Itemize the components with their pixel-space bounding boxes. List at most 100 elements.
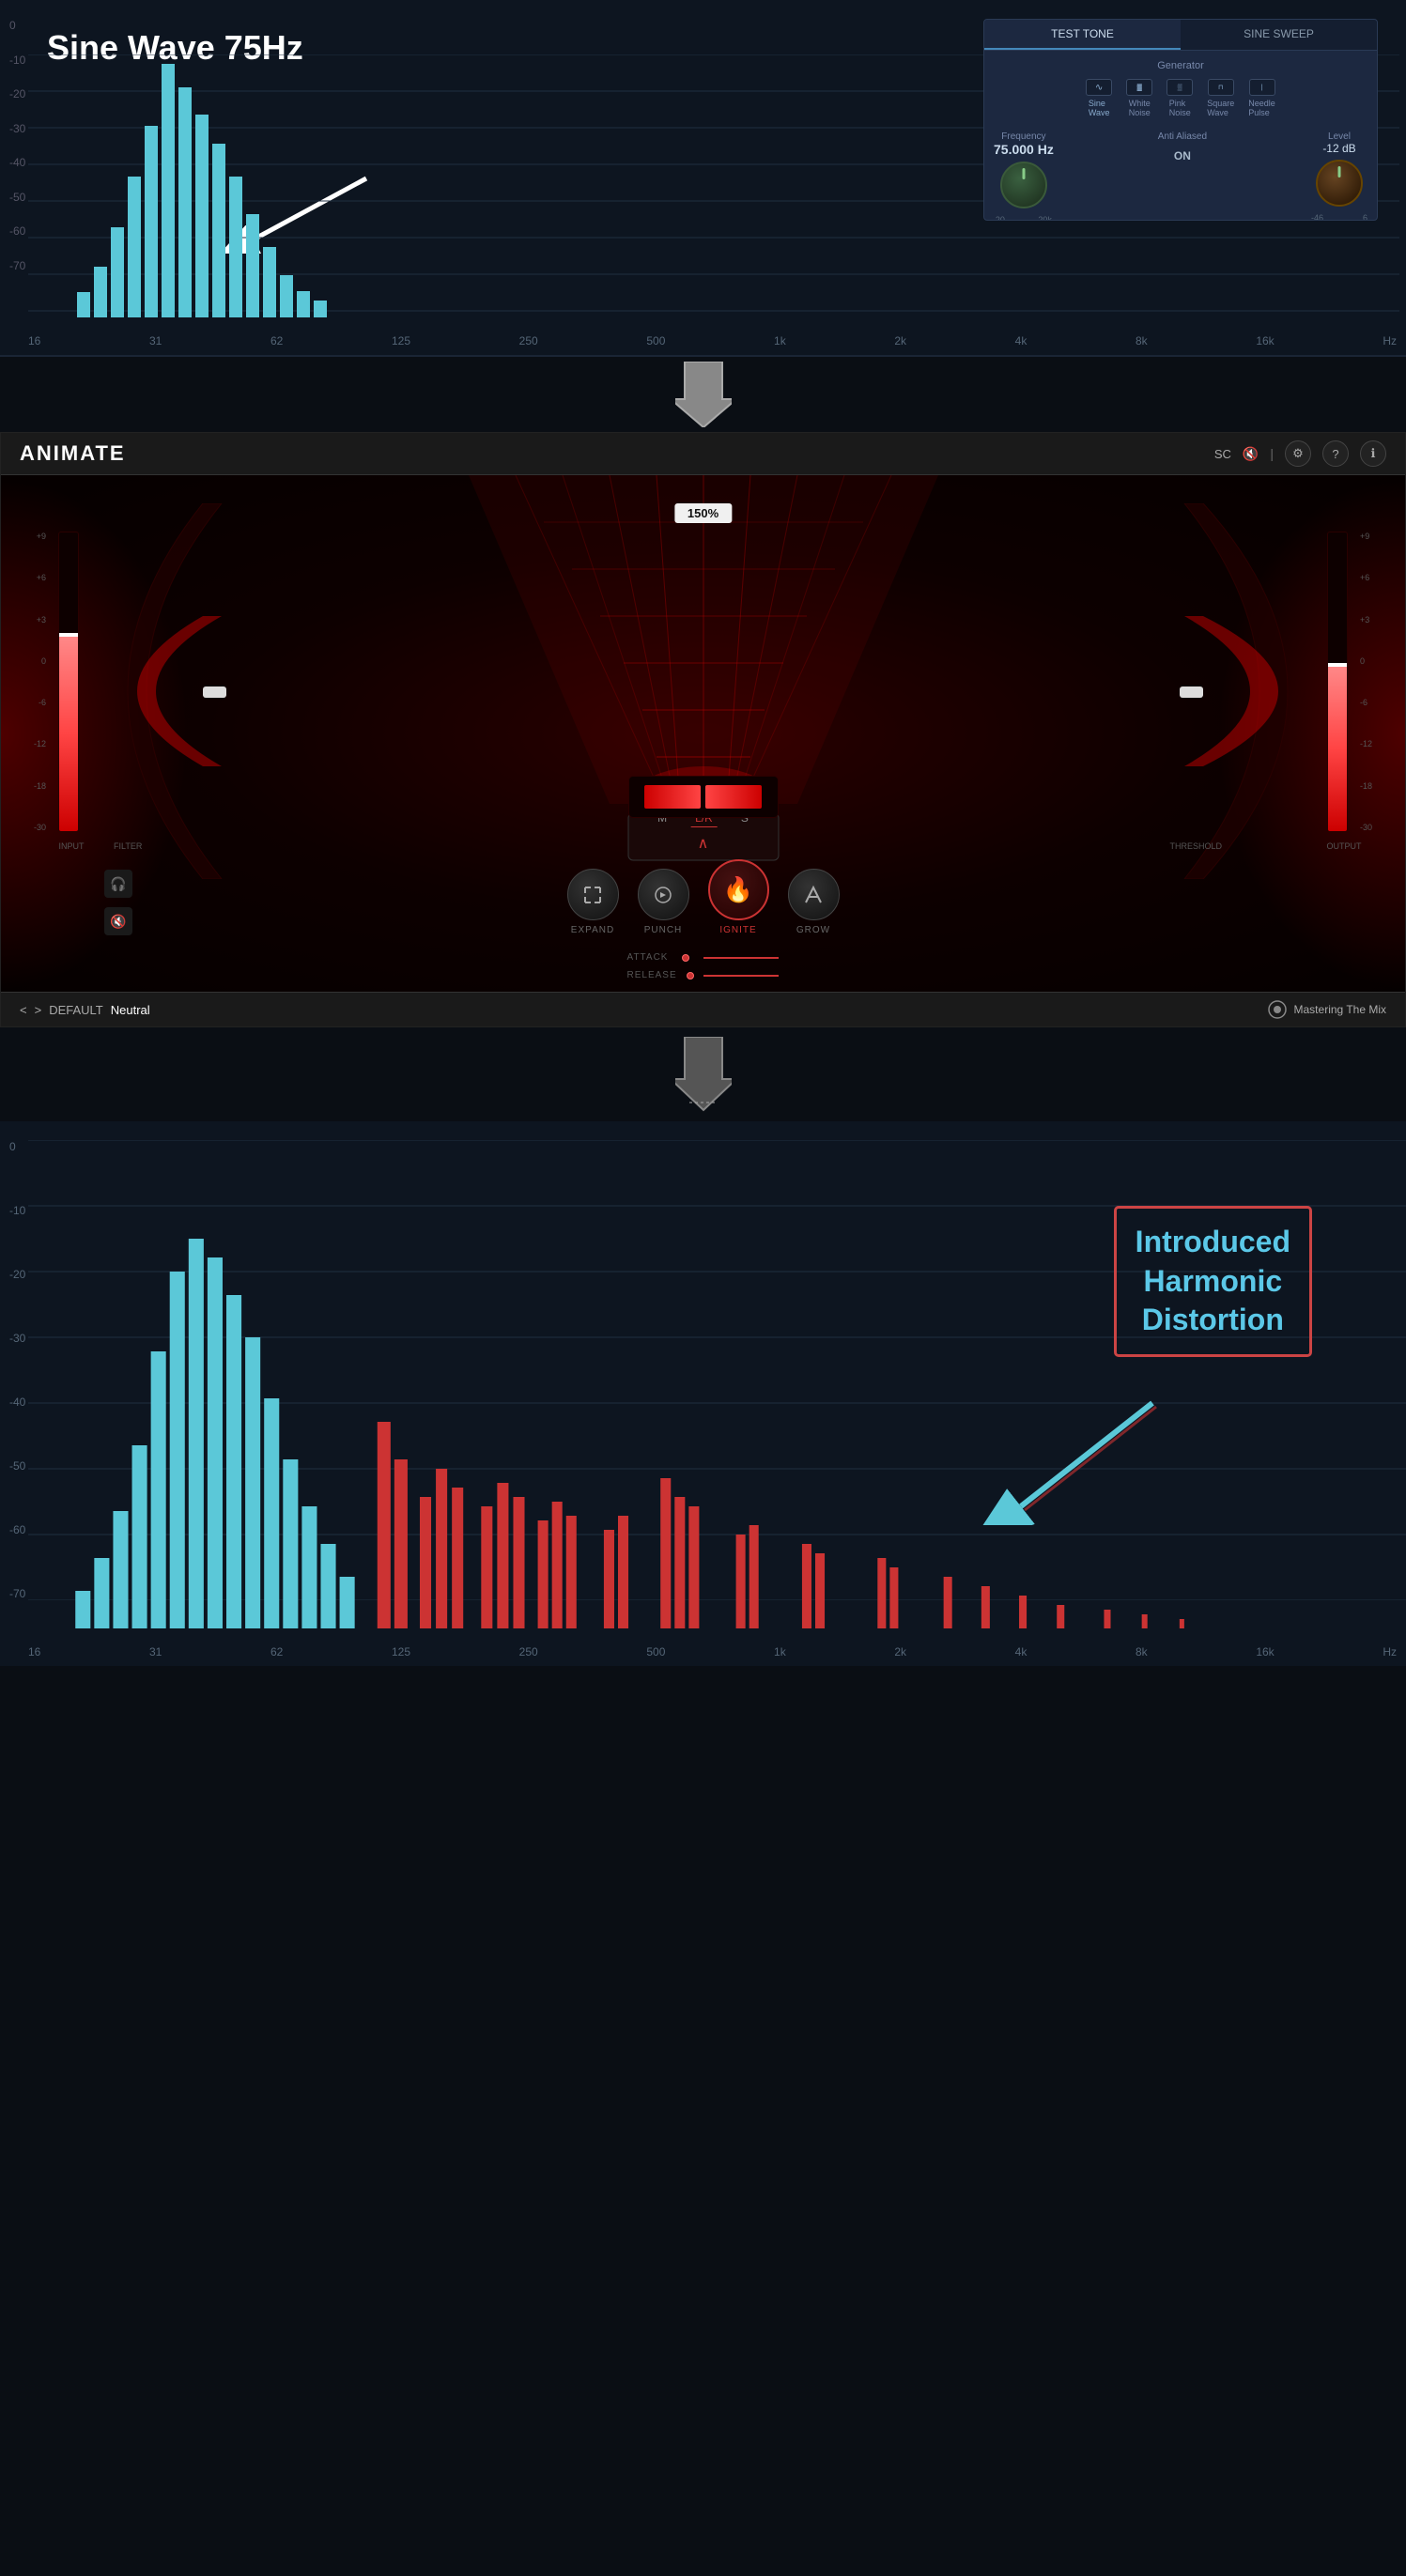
center-meter-display [628, 776, 779, 818]
down-arrow-svg-1 [675, 362, 732, 427]
animate-footer: < > DEFAULT Neutral Mastering The Mix [1, 992, 1405, 1026]
freq-knob[interactable] [1000, 162, 1047, 208]
anti-alias-value: ON [1174, 149, 1191, 162]
freq-label: Frequency [1001, 131, 1045, 142]
wave-btn-needle[interactable]: | NeedlePulse [1248, 79, 1275, 117]
punch-label: PUNCH [644, 925, 683, 935]
adsr-section: ATTACK RELEASE [627, 952, 780, 980]
attack-dot[interactable] [682, 954, 689, 962]
left-vu-scale: +9 +6 +3 0 -6 -12 -18 -30 [34, 532, 49, 832]
punch-icon [652, 884, 674, 906]
chevron-up-icon: ∧ [698, 834, 709, 853]
center-meter-fill-l [644, 785, 701, 809]
gear-icon: ⚙ [1292, 446, 1304, 461]
preset-label: DEFAULT [49, 1003, 103, 1017]
anti-alias-label: Anti Aliased [1158, 131, 1207, 142]
animate-info-button[interactable]: ℹ [1360, 440, 1386, 467]
chevron-up[interactable]: ∧ [698, 831, 709, 853]
grow-icon [802, 884, 825, 906]
annotation-arrow-svg [946, 1384, 1181, 1525]
freq-labels-bottom: 16 31 62 125 250 500 1k 2k 4k 8k 16k Hz [28, 1645, 1397, 1658]
info-icon: ℹ [1371, 446, 1376, 461]
white-noise-icon: ▓ [1126, 79, 1152, 96]
wave-btn-white[interactable]: ▓ WhiteNoise [1126, 79, 1152, 117]
animate-title: ANIMATE [20, 441, 126, 466]
percentage-badge: 150% [674, 503, 732, 523]
freq-range: 20 20k [996, 215, 1052, 221]
animate-header: ANIMATE SC 🔇 | ⚙ ? ℹ [1, 433, 1405, 475]
release-row: RELEASE [627, 970, 780, 980]
wave-btn-square[interactable]: ⊓ SquareWave [1207, 79, 1234, 117]
preset-name: Neutral [111, 1003, 150, 1017]
center-meter-fill-r [705, 785, 762, 809]
level-range: -46 6 [1311, 213, 1367, 221]
output-vu-fill [1328, 667, 1347, 831]
ignite-button-group: 🔥 IGNITE [708, 859, 769, 935]
animate-sc-label[interactable]: SC [1214, 447, 1231, 461]
generator-label: Generator [994, 60, 1367, 71]
wave-btn-sine[interactable]: ∿ SineWave [1086, 79, 1112, 117]
preset-next-button[interactable]: > [35, 1003, 42, 1017]
osc-tabs: TEST TONE SINE SWEEP [984, 20, 1377, 51]
animate-plugin-section: ANIMATE SC 🔇 | ⚙ ? ℹ [0, 432, 1406, 1027]
animate-speaker-icon[interactable]: 🔇 [1243, 446, 1259, 462]
punch-button-group: PUNCH [638, 869, 689, 935]
ignite-label: IGNITE [719, 925, 756, 935]
freq-labels-top: 16 31 62 125 250 500 1k 2k 4k 8k 16k Hz [28, 334, 1397, 347]
expand-button-group: EXPAND [567, 869, 619, 935]
grow-button[interactable] [788, 869, 840, 920]
mastering-logo: Mastering The Mix [1268, 1000, 1386, 1019]
animate-help-button[interactable]: ? [1322, 440, 1349, 467]
expand-button[interactable] [567, 869, 619, 920]
attack-row: ATTACK [627, 952, 780, 963]
freq-section: Frequency 75.000 Hz 20 20k [994, 131, 1054, 221]
pink-noise-icon: ▒ [1167, 79, 1193, 96]
mastering-logo-icon [1268, 1000, 1287, 1019]
animate-settings-button[interactable]: ⚙ [1285, 440, 1311, 467]
oscillator-panel: TEST TONE SINE SWEEP Generator ∿ SineWav… [983, 19, 1378, 221]
threshold-label: THRESHOLD [1169, 841, 1222, 851]
attack-line [703, 957, 779, 959]
speaker-icon-btn[interactable]: 🔇 [104, 907, 132, 935]
tab-test-tone[interactable]: TEST TONE [984, 20, 1181, 50]
right-vu-scale: +9 +6 +3 0 -6 -12 -18 -30 [1357, 532, 1372, 832]
osc-controls: Frequency 75.000 Hz 20 20k Anti Aliased … [994, 131, 1367, 221]
headphone-icon-btn[interactable]: 🎧 [104, 870, 132, 898]
output-vu-bar [1327, 532, 1348, 832]
ignite-button[interactable]: 🔥 [708, 859, 769, 920]
animate-header-right: SC 🔇 | ⚙ ? ℹ [1214, 440, 1386, 467]
grow-button-group: GROW [788, 869, 840, 935]
wave-btn-pink[interactable]: ▒ PinkNoise [1167, 79, 1193, 117]
annotation-box: IntroducedHarmonicDistortion [1114, 1206, 1312, 1357]
freq-value: 75.000 Hz [994, 142, 1054, 157]
output-vu-indicator [1328, 663, 1347, 667]
release-label: RELEASE [627, 970, 677, 980]
tab-sine-sweep[interactable]: SINE SWEEP [1181, 20, 1377, 50]
output-label: OUTPUT [1321, 841, 1367, 851]
expand-icon [581, 884, 604, 906]
preset-nav: < > DEFAULT Neutral [20, 1003, 150, 1017]
right-arc-meter [1166, 503, 1335, 879]
sine-wave-icon: ∿ [1086, 79, 1112, 96]
bottom-spectrum-section: 0 -10 -20 -30 -40 -50 -60 -70 [0, 1121, 1406, 1666]
wave-buttons: ∿ SineWave ▓ WhiteNoise ▒ PinkNoise ⊓ Sq… [994, 79, 1367, 117]
animate-body: +9 +6 +3 0 -6 -12 -18 -30 INPUT FILTER [1, 475, 1405, 992]
release-dot[interactable] [687, 972, 694, 979]
level-knob[interactable] [1316, 160, 1363, 207]
ignite-icon: 🔥 [723, 875, 753, 904]
mastering-label: Mastering The Mix [1294, 1003, 1386, 1016]
release-line [703, 975, 779, 977]
level-value: -12 dB [1322, 142, 1355, 155]
arrow-down-1 [0, 357, 1406, 432]
down-arrow-svg-2 [675, 1037, 732, 1112]
osc-body: Generator ∿ SineWave ▓ WhiteNoise ▒ Pink… [984, 51, 1377, 221]
animate-side-icons: 🎧 🔇 [104, 870, 132, 935]
needle-pulse-icon: | [1249, 79, 1275, 96]
expand-label: EXPAND [571, 925, 614, 935]
db-labels-bottom: 0 -10 -20 -30 -40 -50 -60 -70 [9, 1140, 25, 1600]
preset-prev-button[interactable]: < [20, 1003, 27, 1017]
anti-alias-section: Anti Aliased ON [1158, 131, 1207, 221]
arrow-down-2 [0, 1027, 1406, 1121]
punch-button[interactable] [638, 869, 689, 920]
left-arc-meter [71, 503, 240, 879]
